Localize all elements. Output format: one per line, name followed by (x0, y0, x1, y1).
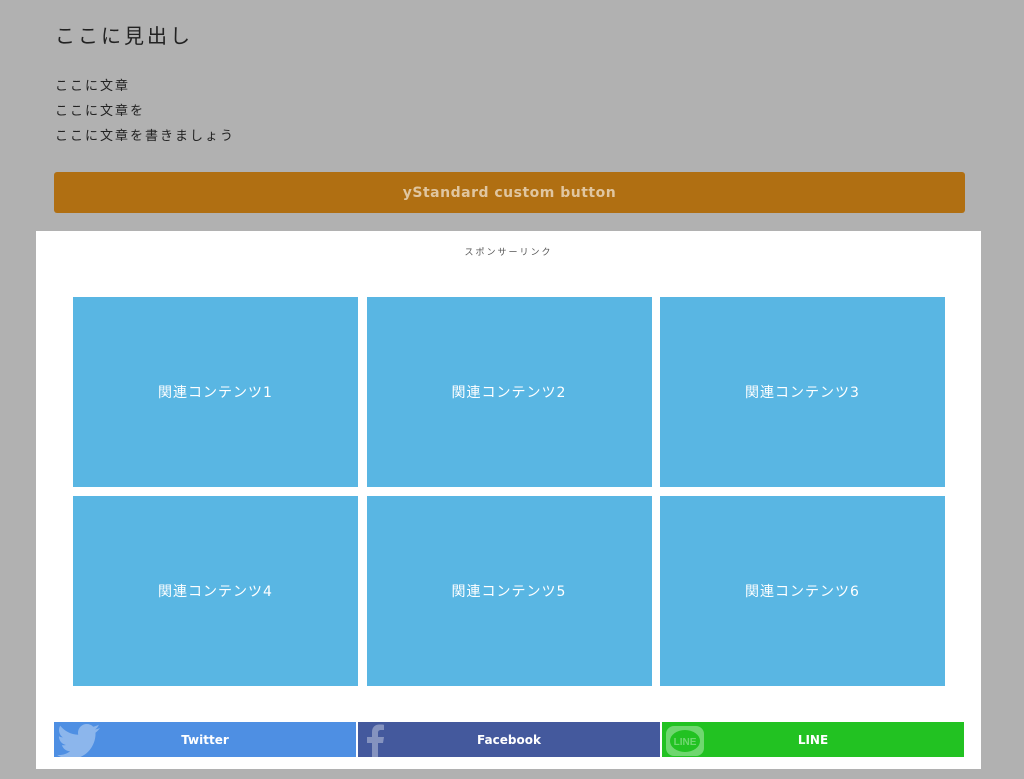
related-content-grid: 関連コンテンツ1 関連コンテンツ2 関連コンテンツ3 関連コンテンツ4 関連コン… (73, 297, 945, 686)
custom-button-label: yStandard custom button (402, 184, 617, 201)
paragraph-line: ここに文章を書きましょう (55, 129, 236, 144)
tile-label: 関連コンテンツ3 (745, 385, 860, 401)
svg-text:LINE: LINE (674, 737, 697, 748)
tile-label: 関連コンテンツ2 (451, 385, 567, 401)
facebook-share-button[interactable]: Facebook (358, 722, 660, 757)
twitter-bird-icon (56, 724, 102, 757)
related-content-tile-3[interactable]: 関連コンテンツ3 (660, 297, 945, 487)
related-content-tile-5[interactable]: 関連コンテンツ5 (366, 496, 652, 686)
page-heading: ここに見出し (55, 24, 193, 48)
twitter-label: Twitter (181, 732, 229, 747)
tile-label: 関連コンテンツ6 (745, 584, 860, 600)
custom-button[interactable]: yStandard custom button (54, 172, 965, 213)
line-label: LINE (797, 732, 829, 747)
line-share-button[interactable]: LINE LINE (662, 722, 964, 757)
sponsor-label: スポンサーリンク (464, 248, 553, 258)
related-content-tile-2[interactable]: 関連コンテンツ2 (366, 297, 652, 487)
share-bar: Twitter Facebook LINE LINE (54, 722, 964, 757)
related-content-tile-6[interactable]: 関連コンテンツ6 (660, 496, 945, 686)
facebook-f-icon (360, 724, 390, 757)
content-panel: スポンサーリンク 関連コンテンツ1 関連コンテンツ2 関連コンテンツ3 関連コン… (36, 231, 981, 769)
paragraph-line: ここに文章を (55, 104, 146, 119)
facebook-label: Facebook (477, 732, 541, 747)
paragraph-line: ここに文章 (55, 79, 131, 94)
related-content-tile-1[interactable]: 関連コンテンツ1 (73, 297, 358, 487)
related-content-tile-4[interactable]: 関連コンテンツ4 (73, 496, 358, 686)
tile-label: 関連コンテンツ4 (158, 584, 273, 600)
line-bubble-icon: LINE (664, 724, 706, 757)
body-paragraph: ここに文章 ここに文章を ここに文章を書きましょう (55, 74, 235, 149)
twitter-share-button[interactable]: Twitter (54, 722, 356, 757)
tile-label: 関連コンテンツ5 (451, 584, 567, 600)
tile-label: 関連コンテンツ1 (158, 385, 273, 401)
